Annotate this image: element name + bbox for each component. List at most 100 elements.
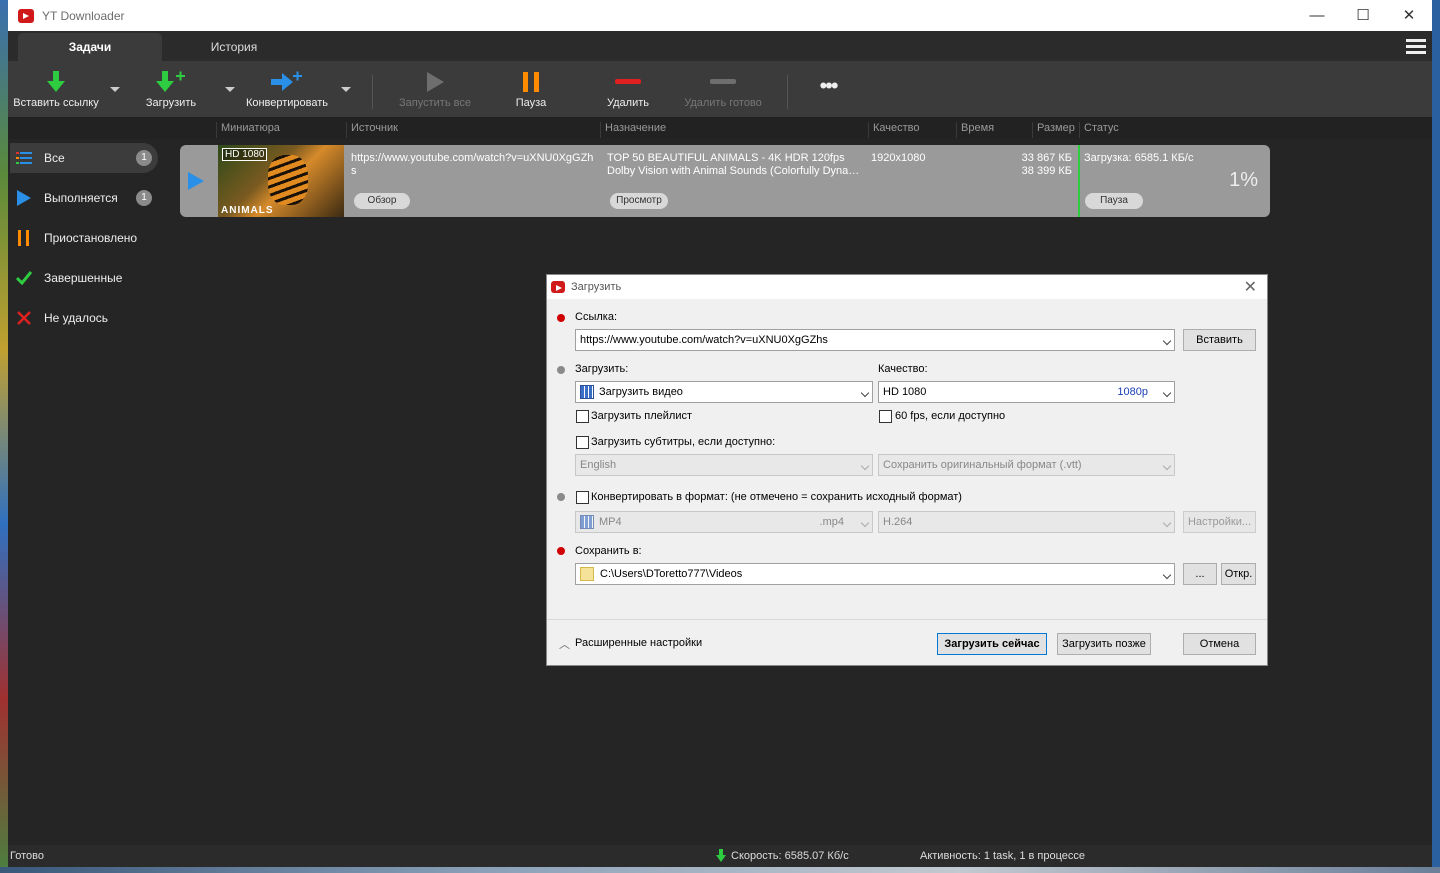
subtitle-format-select[interactable]: Сохранить оригинальный формат (.vtt) [878,454,1175,476]
play-icon [427,72,444,92]
chevron-down-icon[interactable] [1162,336,1172,346]
chevron-down-icon[interactable] [860,461,870,471]
download-label: Загрузить [145,97,197,109]
save-path-value: C:\Users\DToretto777\Videos [600,568,743,580]
chevron-up-icon[interactable]: ︿ [559,636,570,652]
format-value: MP4 [599,516,622,528]
link-input[interactable]: https://www.youtube.com/watch?v=uXNU0XgG… [575,329,1175,351]
preview-button[interactable]: Просмотр [610,193,668,209]
close-button[interactable]: ✕ [1386,0,1432,31]
convert-checkbox[interactable] [576,491,589,504]
column-thumbnail[interactable]: Миниатюра [216,122,280,138]
tab-tasks[interactable]: Задачи [18,33,162,61]
sidebar-item-label: Все [44,151,65,165]
download-type-label: Загрузить: [575,363,629,375]
convert-settings-button[interactable]: Настройки... [1183,511,1256,533]
tab-history[interactable]: История [162,33,306,61]
browse-folder-button[interactable]: ... [1183,563,1217,585]
thumbnail-caption: ANIMALS [221,205,274,216]
subtitles-checkbox[interactable] [576,436,589,449]
task-row[interactable]: HD 1080 ANIMALS https://www.youtube.com/… [180,145,1270,217]
required-dot [557,314,565,322]
task-size-total: 38 399 КБ [1021,165,1072,177]
paste-button[interactable]: Вставить [1183,329,1256,351]
video-thumbnail: HD 1080 ANIMALS [218,145,344,217]
subtitles-label: Загрузить субтитры, если доступно: [591,436,776,448]
subtitle-language-value: English [580,459,617,471]
chevron-down-icon[interactable] [1162,570,1172,580]
delete-button[interactable]: Удалить [598,67,658,109]
maximize-button[interactable]: ☐ [1340,0,1386,31]
required-dot [557,547,565,555]
paste-link-button[interactable]: Вставить ссылку [10,67,102,109]
open-folder-button[interactable]: Откр. [1221,563,1256,585]
column-status[interactable]: Статус [1079,122,1271,138]
count-badge: 1 [136,150,152,166]
task-pause-button[interactable]: Пауза [1085,193,1143,209]
minimize-button[interactable]: — [1294,0,1340,31]
download-now-button[interactable]: Загрузить сейчас [937,633,1047,655]
toolbar: Вставить ссылку Загрузить Конвертировать… [8,61,1432,117]
chevron-down-icon[interactable] [860,518,870,528]
sidebar-item-all[interactable]: Все 1 [10,143,158,173]
download-dialog: Загрузить ✕ Ссылка: https://www.youtube.… [546,274,1268,666]
task-source-url: https://www.youtube.com/watch?v=uXNU0XgG… [351,152,594,164]
quality-select[interactable]: HD 1080 1080p [878,381,1175,403]
list-icon [16,152,32,164]
fps60-label: 60 fps, если доступно [895,410,1006,422]
convert-button[interactable]: Конвертировать [242,67,332,109]
task-quality: 1920x1080 [871,152,926,164]
link-label: Ссылка: [575,311,617,323]
download-button[interactable]: Загрузить [136,67,206,109]
delete-done-button[interactable]: Удалить готово [678,67,768,109]
download-dropdown-icon[interactable] [225,87,235,92]
save-path-select[interactable]: C:\Users\DToretto777\Videos [575,563,1175,585]
column-time[interactable]: Время [956,122,994,138]
task-status: Загрузка: 6585.1 КБ/с [1084,152,1194,164]
chevron-down-icon[interactable] [1162,388,1172,398]
play-icon [16,190,32,206]
subtitle-language-select[interactable]: English [575,454,873,476]
dialog-title-bar: Загрузить ✕ [547,275,1267,299]
sidebar-item-running[interactable]: Выполняется 1 [10,183,158,213]
column-destination[interactable]: Назначение [600,122,666,138]
sidebar-item-failed[interactable]: Не удалось [10,303,158,333]
fps60-checkbox[interactable] [879,410,892,423]
playlist-checkbox[interactable] [576,410,589,423]
codec-select[interactable]: H.264 [878,511,1175,533]
quality-label: Качество: [878,363,928,375]
pause-label: Пауза [515,97,547,109]
dialog-close-icon[interactable]: ✕ [1244,277,1257,297]
chevron-down-icon[interactable] [1162,461,1172,471]
chevron-down-icon[interactable] [1162,518,1172,528]
column-source[interactable]: Источник [346,122,398,138]
download-type-select[interactable]: Загрузить видео [575,381,873,403]
minus-icon [615,79,641,84]
chevron-down-icon[interactable] [860,388,870,398]
app-logo-icon [18,8,34,23]
download-later-button[interactable]: Загрузить позже [1057,633,1151,655]
convert-dropdown-icon[interactable] [341,87,351,92]
sidebar-item-label: Не удалось [44,311,109,325]
sidebar-item-paused[interactable]: Приостановлено [10,223,158,253]
cancel-button[interactable]: Отмена [1183,633,1256,655]
column-quality[interactable]: Качество [868,122,920,138]
format-select[interactable]: MP4 .mp4 [575,511,873,533]
browse-button[interactable]: Обзор [354,193,410,209]
more-options-icon[interactable]: ••• [804,73,852,99]
desktop-background-right [1432,0,1440,873]
sidebar-item-completed[interactable]: Завершенные [10,263,158,293]
start-all-button[interactable]: Запустить все [392,67,478,109]
column-size[interactable]: Размер [1032,122,1075,138]
advanced-settings-link[interactable]: Расширенные настройки [575,637,702,649]
subtitle-format-value: Сохранить оригинальный формат (.vtt) [883,459,1082,471]
playlist-label: Загрузить плейлист [591,410,693,422]
pause-button[interactable]: Пауза [504,67,558,109]
paste-link-dropdown-icon[interactable] [110,87,120,92]
hamburger-menu-icon[interactable] [1406,39,1426,55]
convert-label: Конвертировать в формат: (не отмечено = … [591,491,962,503]
codec-value: H.264 [883,516,913,528]
optional-dot [557,366,565,374]
sidebar-item-label: Завершенные [44,271,123,285]
delete-label: Удалить [607,97,649,109]
